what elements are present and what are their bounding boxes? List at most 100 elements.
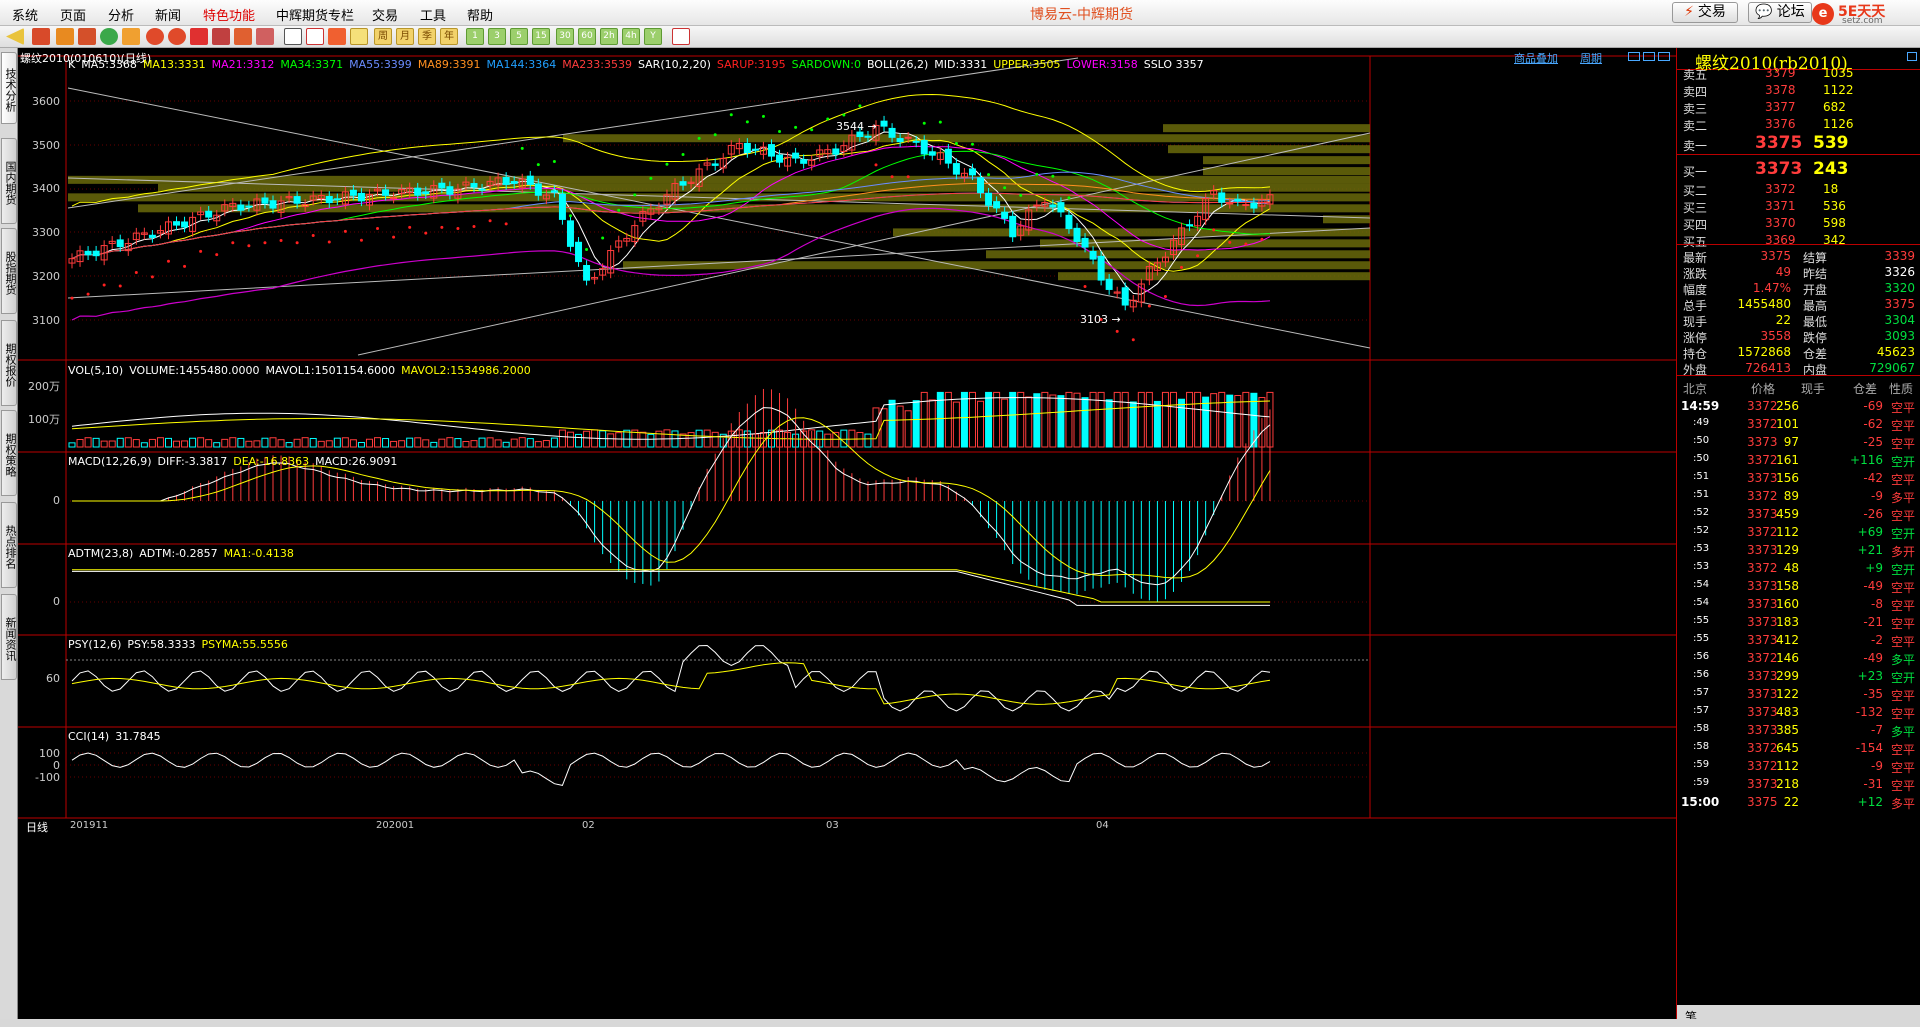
menu-help[interactable]: 帮助 bbox=[467, 5, 493, 24]
period-1min[interactable]: 1 bbox=[466, 28, 484, 45]
folder-icon[interactable] bbox=[56, 28, 74, 45]
tick-row[interactable]: :53 3373 129 +21 多开 bbox=[1677, 541, 1920, 559]
menu-trade[interactable]: 交易 bbox=[372, 5, 398, 24]
ask-level[interactable]: 卖四 3378 1122 bbox=[1677, 81, 1920, 99]
period-60min[interactable]: 60 bbox=[578, 28, 596, 45]
period-week[interactable]: 周 bbox=[374, 28, 392, 45]
settings-icon[interactable] bbox=[256, 28, 274, 45]
back-arrow-icon[interactable] bbox=[6, 28, 24, 45]
level-price: 3377 bbox=[1765, 100, 1796, 114]
period-5min[interactable]: 5 bbox=[510, 28, 528, 45]
ask-level[interactable]: 卖二 3376 1126 bbox=[1677, 115, 1920, 133]
period-quarter[interactable]: 季 bbox=[418, 28, 436, 45]
menu-zhonghui-column[interactable]: 中辉期货专栏 bbox=[276, 5, 354, 24]
tick-row[interactable]: :59 3372 112 -9 空平 bbox=[1677, 757, 1920, 775]
tab-options-strategy[interactable]: 期权策略 bbox=[1, 410, 17, 496]
indicator-icon[interactable] bbox=[234, 28, 252, 45]
home-icon[interactable] bbox=[32, 28, 50, 45]
calculator-icon[interactable] bbox=[672, 28, 690, 45]
period-4h[interactable]: 4h bbox=[622, 28, 640, 45]
bid-level[interactable]: 买二 3372 18 bbox=[1677, 180, 1920, 198]
tab-domestic-futures[interactable]: 国内期货 bbox=[1, 138, 17, 224]
period-month[interactable]: 月 bbox=[396, 28, 414, 45]
expand-icon[interactable] bbox=[1907, 52, 1917, 61]
layout-quad-icon[interactable] bbox=[1658, 52, 1670, 61]
zoom-in-icon[interactable] bbox=[146, 28, 164, 45]
tick-row[interactable]: :55 3373 183 -21 空平 bbox=[1677, 613, 1920, 631]
tick-row[interactable]: :56 3373 299 +23 空开 bbox=[1677, 667, 1920, 685]
tab-technical-analysis[interactable]: 技术分析 bbox=[1, 52, 17, 124]
refresh-icon[interactable] bbox=[100, 28, 118, 45]
layout-switch-icons[interactable] bbox=[1628, 52, 1674, 62]
candle-body bbox=[1065, 214, 1073, 230]
chart-line-icon[interactable] bbox=[306, 28, 324, 45]
ask-level[interactable]: 卖一 3375 539 bbox=[1677, 132, 1920, 153]
tick-row[interactable]: :51 3372 89 -9 多平 bbox=[1677, 487, 1920, 505]
tab-options-quotes[interactable]: 期权报价 bbox=[1, 320, 17, 406]
indicator-value: MA13:3331 bbox=[142, 58, 206, 71]
table-icon[interactable] bbox=[284, 28, 302, 45]
tick-row[interactable]: :51 3373 156 -42 空平 bbox=[1677, 469, 1920, 487]
kline-chart-area[interactable]: 螺纹2010(010610)(日线) 商品叠加 周期 K MA5:3368 MA13… bbox=[18, 48, 1676, 1019]
sar-dot bbox=[745, 120, 749, 124]
tick-row[interactable]: :57 3373 122 -35 空平 bbox=[1677, 685, 1920, 703]
tick-row[interactable]: 14:59 3372 256 -69 空平 bbox=[1677, 397, 1920, 415]
period-2h[interactable]: 2h bbox=[600, 28, 618, 45]
tick-nature: 空平 bbox=[1891, 689, 1916, 703]
tick-row[interactable]: :50 3373 97 -25 空平 bbox=[1677, 433, 1920, 451]
tick-row[interactable]: :52 3373 459 -26 空平 bbox=[1677, 505, 1920, 523]
window-icon[interactable] bbox=[122, 28, 140, 45]
trade-button[interactable]: ⚡ 交易 bbox=[1672, 2, 1738, 23]
news-icon[interactable] bbox=[78, 28, 96, 45]
period-30min[interactable]: 30 bbox=[556, 28, 574, 45]
tab-news[interactable]: 新闻资讯 bbox=[1, 594, 17, 680]
period-custom[interactable]: Y bbox=[644, 28, 662, 45]
sar-dot bbox=[102, 283, 106, 287]
bid-level[interactable]: 买四 3370 598 bbox=[1677, 214, 1920, 232]
draw-pen-icon[interactable] bbox=[190, 28, 208, 45]
ask-level[interactable]: 卖三 3377 682 bbox=[1677, 98, 1920, 116]
level-price: 3370 bbox=[1765, 216, 1796, 230]
layout-single-icon[interactable] bbox=[1628, 52, 1640, 61]
zoom-out-icon[interactable] bbox=[168, 28, 186, 45]
tick-row[interactable]: :54 3373 160 -8 空平 bbox=[1677, 595, 1920, 613]
indicator-value: SARUP:3195 bbox=[716, 58, 786, 71]
tick-row[interactable]: :57 3373 483 -132 空平 bbox=[1677, 703, 1920, 721]
tick-row[interactable]: :49 3372 101 -62 空平 bbox=[1677, 415, 1920, 433]
tick-row[interactable]: :55 3373 412 -2 空平 bbox=[1677, 631, 1920, 649]
candle-body bbox=[526, 175, 534, 185]
menu-tools[interactable]: 工具 bbox=[420, 5, 446, 24]
analysis-icon[interactable] bbox=[328, 28, 346, 45]
period-year[interactable]: 年 bbox=[440, 28, 458, 45]
menu-system[interactable]: 系统 bbox=[12, 5, 38, 24]
brush-icon[interactable] bbox=[212, 28, 230, 45]
tick-row[interactable]: :59 3373 218 -31 空平 bbox=[1677, 775, 1920, 793]
bid-level[interactable]: 买一 3373 243 bbox=[1677, 158, 1920, 179]
tick-row[interactable]: :52 3372 112 +69 空开 bbox=[1677, 523, 1920, 541]
period-3min[interactable]: 3 bbox=[488, 28, 506, 45]
menu-news[interactable]: 新闻 bbox=[155, 5, 181, 24]
forum-button[interactable]: 💬 论坛 bbox=[1748, 2, 1812, 23]
menu-analysis[interactable]: 分析 bbox=[108, 5, 134, 24]
kline-chart-canvas[interactable] bbox=[18, 48, 1676, 1019]
volume-bar bbox=[181, 440, 189, 448]
tick-row[interactable]: :54 3373 158 -49 空平 bbox=[1677, 577, 1920, 595]
indicator-value: MA144:3364 bbox=[486, 58, 557, 71]
daily-period-icon[interactable] bbox=[350, 28, 368, 45]
ask-level[interactable]: 卖五 3379 1035 bbox=[1677, 64, 1920, 82]
tab-hot-ranking[interactable]: 热点排名 bbox=[1, 502, 17, 588]
tick-row[interactable]: :56 3372 146 -49 多平 bbox=[1677, 649, 1920, 667]
layout-double-icon[interactable] bbox=[1643, 52, 1655, 61]
tick-row[interactable]: :50 3372 161 +116 空开 bbox=[1677, 451, 1920, 469]
add-product-link[interactable]: 商品叠加 bbox=[1514, 50, 1558, 66]
menu-features[interactable]: 特色功能 bbox=[203, 5, 255, 24]
period-15min[interactable]: 15 bbox=[532, 28, 550, 45]
tick-row[interactable]: :53 3372 48 +9 空开 bbox=[1677, 559, 1920, 577]
period-link[interactable]: 周期 bbox=[1580, 50, 1602, 66]
menu-page[interactable]: 页面 bbox=[60, 5, 86, 24]
tick-row[interactable]: :58 3373 385 -7 多平 bbox=[1677, 721, 1920, 739]
tick-row[interactable]: :58 3372 645 -154 空平 bbox=[1677, 739, 1920, 757]
bid-level[interactable]: 买三 3371 536 bbox=[1677, 197, 1920, 215]
tick-row[interactable]: 15:00 3375 22 +12 多平 bbox=[1677, 793, 1920, 811]
tab-index-futures[interactable]: 股指期货 bbox=[1, 228, 17, 314]
